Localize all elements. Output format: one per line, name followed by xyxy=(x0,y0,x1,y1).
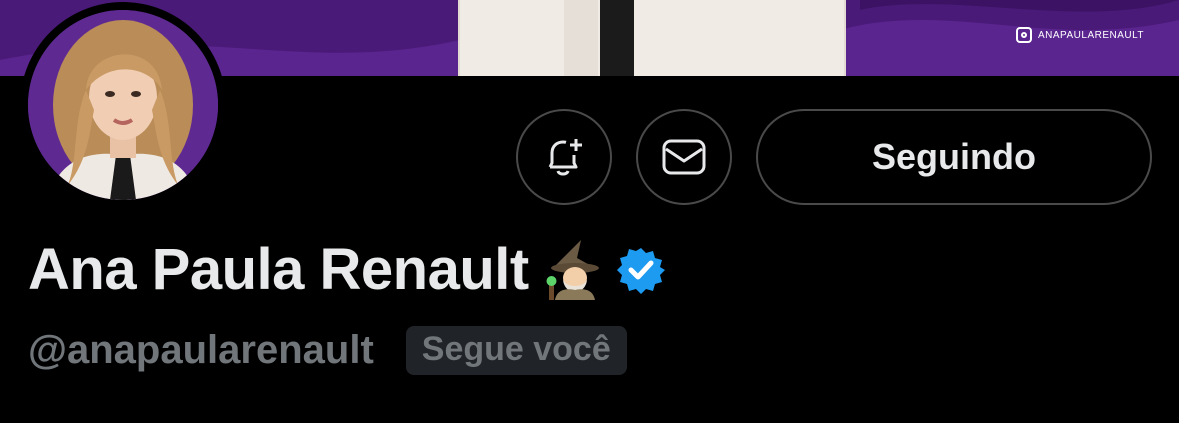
verified-badge-icon[interactable] xyxy=(616,246,665,294)
avatar-portrait xyxy=(28,10,218,200)
banner-instagram-handle: ANAPAULARENAULT xyxy=(1038,29,1145,41)
banner-photo-tie xyxy=(600,0,634,76)
envelope-icon xyxy=(662,139,706,175)
profile-handle-row: @anapaularenault Segue você xyxy=(28,326,627,375)
profile-name-row: Ana Paula Renault xyxy=(28,236,665,303)
banner-photo-lapel xyxy=(564,0,598,76)
avatar-image xyxy=(28,10,218,200)
avatar[interactable] xyxy=(20,2,226,208)
banner-photo xyxy=(458,0,846,76)
mage-emoji-icon xyxy=(546,239,599,300)
following-button[interactable]: Seguindo xyxy=(756,109,1152,205)
banner-instagram-tag: ANAPAULARENAULT xyxy=(1016,27,1144,43)
notify-button[interactable] xyxy=(516,109,612,205)
follows-you-badge: Segue você xyxy=(405,326,627,375)
message-button[interactable] xyxy=(636,109,732,205)
instagram-icon xyxy=(1016,27,1032,43)
username-handle: @anapaularenault xyxy=(28,328,374,372)
bell-plus-icon xyxy=(548,139,582,176)
display-name: Ana Paula Renault xyxy=(28,237,529,302)
